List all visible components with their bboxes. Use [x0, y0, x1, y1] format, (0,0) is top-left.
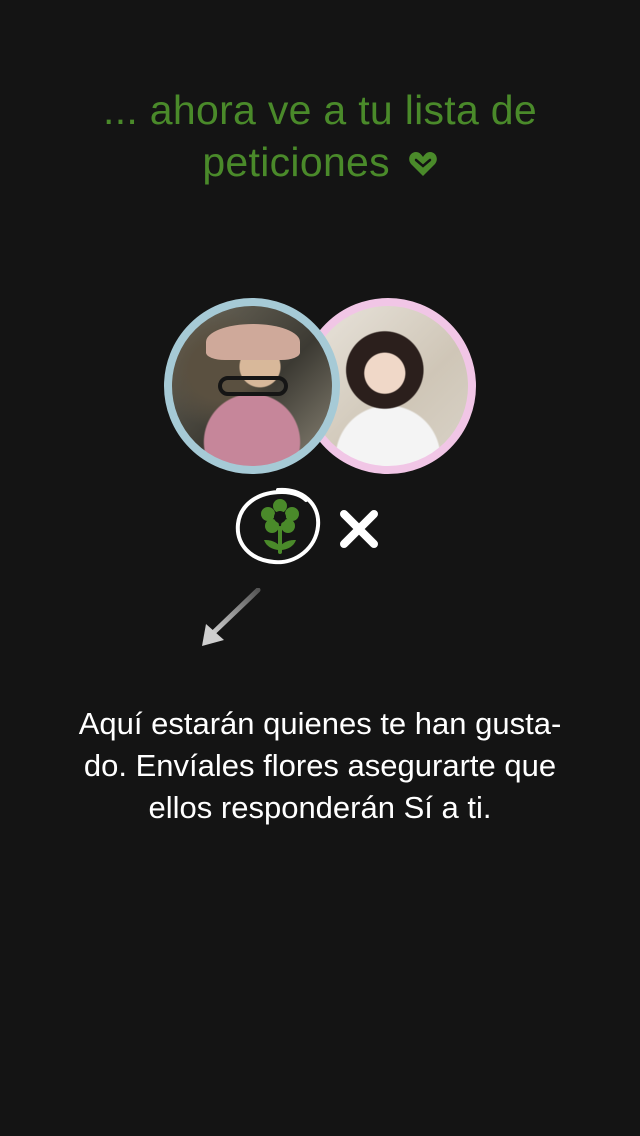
- title-line-1: ... ahora ve a tu lista de: [103, 87, 537, 133]
- arrow-down-left-icon: [202, 588, 261, 646]
- instructions-line-2: do. Envíales flores asegurarte que: [83, 748, 557, 783]
- title-line-2-wrap: peticiones: [40, 136, 600, 188]
- close-icon[interactable]: [338, 508, 380, 550]
- flower-icon: [261, 499, 299, 554]
- avatar-male[interactable]: [164, 298, 340, 474]
- instructions-line-1: Aquí estarán quienes te han gusta-: [78, 706, 562, 741]
- instructions-line-3: ellos responderán Sí a ti.: [148, 790, 492, 825]
- onboarding-screen: ... ahora ve a tu lista de peticiones Aq…: [0, 0, 640, 1136]
- heart-icon: [408, 152, 437, 176]
- page-title: ... ahora ve a tu lista de peticiones: [40, 84, 600, 188]
- match-avatars: [164, 298, 476, 474]
- title-line-2: peticiones: [202, 139, 390, 185]
- instructions-text: Aquí estarán quienes te han gusta- do. E…: [40, 703, 600, 829]
- send-flower-button[interactable]: [232, 484, 324, 568]
